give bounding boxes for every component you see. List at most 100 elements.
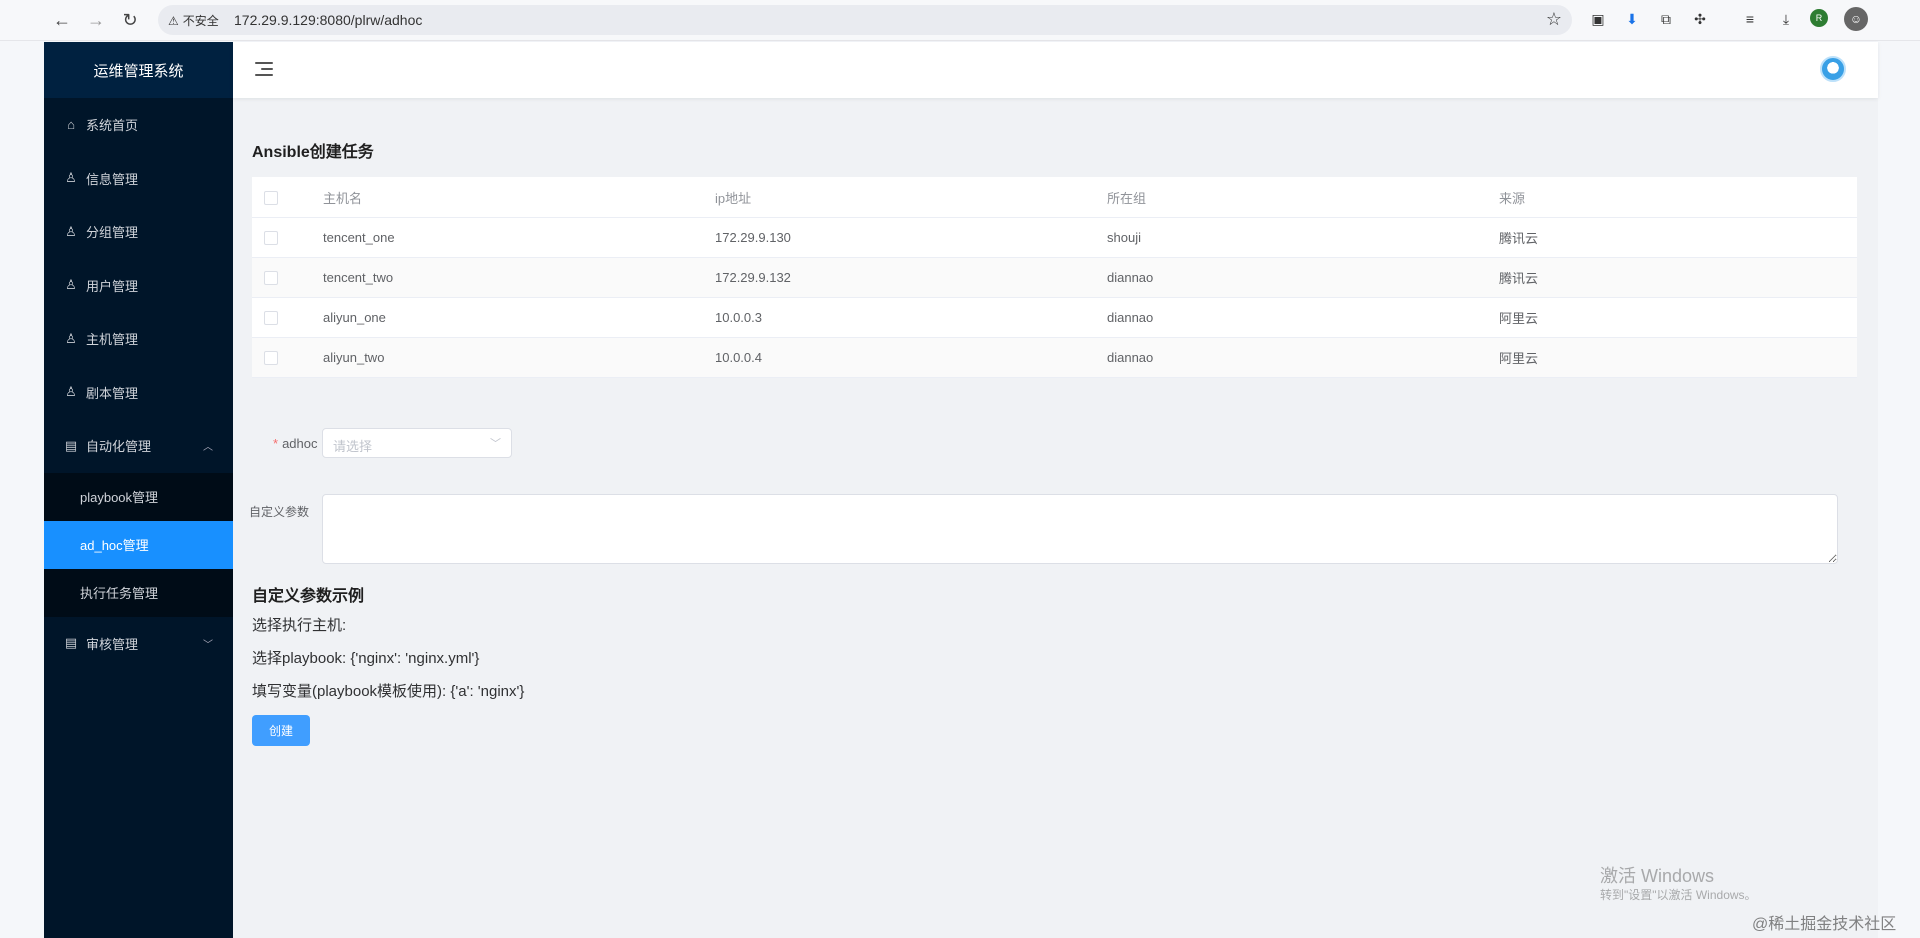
downloads-icon[interactable]: ⤓ <box>1776 9 1796 29</box>
cell-source: 阿里云 <box>1498 297 1857 338</box>
column-header: 来源 <box>1498 177 1857 218</box>
main-content: Ansible创建任务 主机名 ip地址 所在组 来源 tencent_one … <box>233 98 1878 938</box>
cell-ip: 10.0.0.3 <box>714 297 1106 338</box>
warning-icon: ⚠ <box>168 13 179 28</box>
url-text[interactable]: 172.29.9.129:8080/plrw/adhoc <box>234 12 422 28</box>
host-table: 主机名 ip地址 所在组 来源 tencent_one 172.29.9.130… <box>252 177 1857 378</box>
column-header: 主机名 <box>322 177 714 218</box>
table-row[interactable]: tencent_one 172.29.9.130 shouji 腾讯云 <box>252 217 1857 258</box>
custom-params-textarea[interactable] <box>322 494 1838 564</box>
select-all-checkbox[interactable] <box>264 190 278 205</box>
document-icon: ▤ <box>64 635 78 651</box>
home-icon: ⌂ <box>67 117 75 133</box>
puzzle-icon[interactable]: ✣ <box>1690 9 1710 29</box>
page-title: Ansible创建任务 <box>252 144 374 161</box>
sidebar-item-label: 系统首页 <box>86 118 139 134</box>
chevron-down-icon: ﹀ <box>490 438 501 450</box>
chevron-down-icon: ﹀ <box>203 639 213 651</box>
menu-toggle-icon[interactable] <box>255 61 273 77</box>
custom-params-label: 自定义参数 <box>249 505 310 519</box>
reload-icon[interactable]: ↻ <box>118 8 142 32</box>
cell-source: 腾讯云 <box>1498 257 1857 298</box>
table-header-row: 主机名 ip地址 所在组 来源 <box>252 177 1857 218</box>
cell-ip: 172.29.9.130 <box>714 217 1106 258</box>
sidebar-item-task-manage[interactable]: 执行任务管理 <box>44 569 233 617</box>
adhoc-label: * adhoc <box>273 436 317 451</box>
user-icon: ♙ <box>65 223 77 239</box>
chevron-up-icon: ︿ <box>203 442 213 454</box>
example-line: 填写变量(playbook模板使用): {'a': 'nginx'} <box>252 683 525 700</box>
sidebar-item-playbooks[interactable]: ♙ 剧本管理 <box>44 366 233 420</box>
user-icon: ♙ <box>65 384 77 400</box>
cell-hostname: tencent_one <box>322 217 714 258</box>
app-logo-title: 运维管理系统 <box>44 42 233 98</box>
activate-windows-title: 激活 Windows <box>1600 866 1715 886</box>
bookmark-star-icon[interactable]: ☆ <box>1546 9 1562 30</box>
sidebar-item-label: 用户管理 <box>86 278 139 294</box>
profile-icon[interactable]: R <box>1810 9 1828 27</box>
cell-ip: 10.0.0.4 <box>714 337 1106 378</box>
adhoc-form-row: * adhoc 请选择 ﹀ <box>233 428 833 460</box>
user-avatar[interactable] <box>1820 56 1846 82</box>
user-icon: ♙ <box>65 170 77 186</box>
example-line: 选择playbook: {'nginx': 'nginx.yml'} <box>252 650 480 667</box>
back-icon[interactable]: ← <box>50 8 74 32</box>
top-header <box>233 42 1878 98</box>
copy-icon[interactable]: ⧉ <box>1656 9 1676 29</box>
sidebar-item-label: 信息管理 <box>86 171 139 187</box>
row-checkbox[interactable] <box>264 231 278 246</box>
cell-hostname: aliyun_two <box>322 337 714 378</box>
user-icon: ♙ <box>65 277 77 293</box>
app-frame: 运维管理系统 ⌂ 系统首页 ♙ 信息管理 ♙ 分组管理 ♙ 用户管理 ♙ 主机管… <box>44 42 1878 938</box>
required-mark: * <box>273 436 279 451</box>
table-row[interactable]: aliyun_two 10.0.0.4 diannao 阿里云 <box>252 337 1857 378</box>
user-icon: ♙ <box>65 330 77 346</box>
extension-icon[interactable]: ▣ <box>1588 9 1608 29</box>
create-button[interactable]: 创建 <box>252 715 310 746</box>
cell-group: diannao <box>1106 297 1498 338</box>
row-checkbox[interactable] <box>264 271 278 286</box>
sidebar-item-groups[interactable]: ♙ 分组管理 <box>44 205 233 259</box>
download-helper-icon[interactable]: ⬇ <box>1622 9 1642 29</box>
column-header: 所在组 <box>1106 177 1498 218</box>
sidebar-item-info[interactable]: ♙ 信息管理 <box>44 152 233 206</box>
sidebar-item-automation[interactable]: ▤ 自动化管理 ︿ <box>44 419 233 473</box>
adhoc-select[interactable]: 请选择 ﹀ <box>322 428 512 458</box>
account-avatar-icon[interactable]: ☺ <box>1844 7 1868 31</box>
sidebar-item-review[interactable]: ▤ 审核管理 ﹀ <box>44 617 233 671</box>
sidebar-item-home[interactable]: ⌂ 系统首页 <box>44 98 233 152</box>
automation-submenu: playbook管理 ad_hoc管理 执行任务管理 <box>44 472 233 617</box>
cell-source: 腾讯云 <box>1498 217 1857 258</box>
forward-icon[interactable]: → <box>84 8 108 32</box>
sidebar-item-label: 分组管理 <box>86 225 139 241</box>
sidebar-item-adhoc-manage[interactable]: ad_hoc管理 <box>44 520 233 569</box>
security-label: 不安全 <box>182 14 219 28</box>
column-header: ip地址 <box>714 177 1106 218</box>
activate-windows-subtitle: 转到"设置"以激活 Windows。 <box>1600 888 1757 902</box>
cell-hostname: aliyun_one <box>322 297 714 338</box>
row-checkbox[interactable] <box>264 311 278 326</box>
document-icon: ▤ <box>64 437 78 453</box>
sidebar-item-hosts[interactable]: ♙ 主机管理 <box>44 312 233 366</box>
cell-ip: 172.29.9.132 <box>714 257 1106 298</box>
sidebar: 运维管理系统 ⌂ 系统首页 ♙ 信息管理 ♙ 分组管理 ♙ 用户管理 ♙ 主机管… <box>44 42 233 938</box>
row-checkbox[interactable] <box>264 351 278 366</box>
reading-list-icon[interactable]: ≡ <box>1740 9 1760 29</box>
sidebar-item-label: 审核管理 <box>86 636 139 652</box>
cell-source: 阿里云 <box>1498 337 1857 378</box>
example-title: 自定义参数示例 <box>252 588 365 605</box>
sidebar-item-label: 剧本管理 <box>86 385 139 401</box>
table-row[interactable]: tencent_two 172.29.9.132 diannao 腾讯云 <box>252 257 1857 298</box>
sidebar-item-users[interactable]: ♙ 用户管理 <box>44 259 233 313</box>
example-line: 选择执行主机: <box>252 617 347 634</box>
adhoc-select-placeholder: 请选择 <box>333 439 373 454</box>
adhoc-label-text: adhoc <box>282 436 318 451</box>
cell-group: diannao <box>1106 337 1498 378</box>
table-row[interactable]: aliyun_one 10.0.0.3 diannao 阿里云 <box>252 297 1857 338</box>
sidebar-item-label: 主机管理 <box>86 332 139 348</box>
address-bar[interactable]: ⚠ 不安全 172.29.9.129:8080/plrw/adhoc ☆ <box>158 5 1572 35</box>
cell-group: shouji <box>1106 217 1498 258</box>
browser-toolbar: ← → ↻ ⚠ 不安全 172.29.9.129:8080/plrw/adhoc… <box>0 0 1920 41</box>
security-indicator[interactable]: ⚠ 不安全 <box>168 12 219 29</box>
sidebar-item-playbook-manage[interactable]: playbook管理 <box>44 473 233 521</box>
